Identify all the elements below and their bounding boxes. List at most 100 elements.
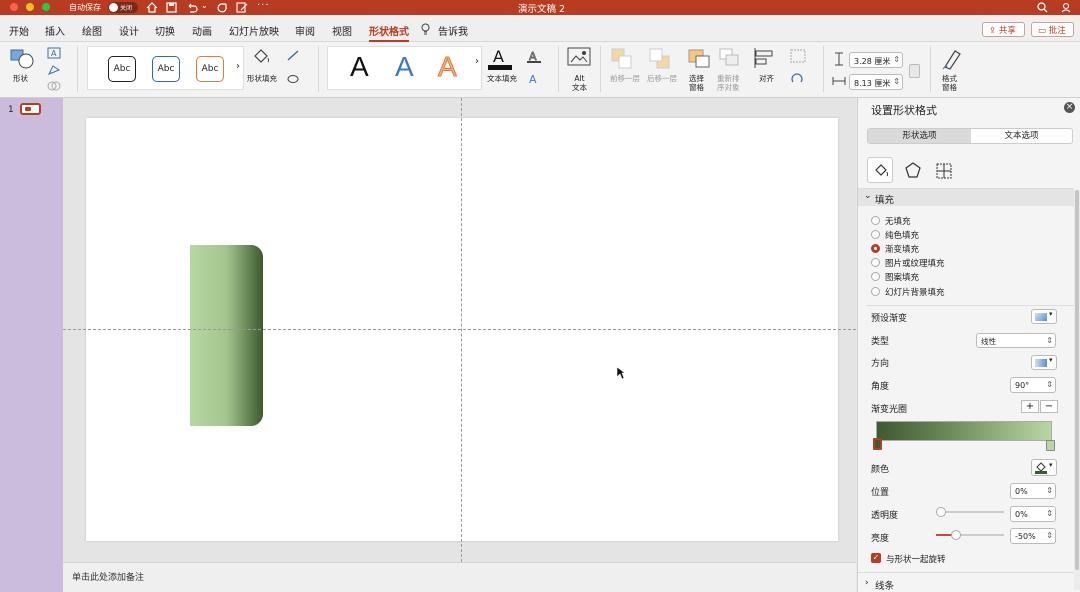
text-effects-icon[interactable]: A <box>526 72 542 86</box>
tab-insert[interactable]: 插入 <box>45 23 65 38</box>
wordart-style-1[interactable]: A <box>350 51 369 83</box>
transparency-slider[interactable] <box>936 507 1004 517</box>
pattern-fill-radio[interactable] <box>871 272 880 281</box>
pattern-fill-label: 图案填充 <box>885 273 920 283</box>
shape-fill-label: 形状填充 <box>247 74 277 83</box>
shape-style-2[interactable]: Abc <box>152 56 180 82</box>
edit-shape-icon[interactable] <box>47 64 61 76</box>
tab-slideshow[interactable]: 幻灯片放映 <box>229 23 279 38</box>
vertical-guide[interactable] <box>461 98 462 562</box>
format-pane-icon[interactable] <box>941 47 963 71</box>
tab-shape-options[interactable]: 形状选项 <box>868 129 971 143</box>
no-fill-radio[interactable] <box>871 216 880 225</box>
horizontal-guide[interactable] <box>63 329 856 330</box>
text-outline-icon[interactable]: A <box>526 49 542 63</box>
slide-thumbnail-1[interactable] <box>20 103 41 115</box>
gradient-stop-selected[interactable] <box>873 438 882 450</box>
minimize-window-button[interactable] <box>26 3 34 11</box>
gradient-type-select[interactable]: 线性 <box>976 333 1056 348</box>
brightness-slider-knob[interactable] <box>950 530 961 540</box>
gradient-stop-end[interactable] <box>1046 440 1055 451</box>
reorder-objects-label: 重新排 序对象 <box>717 74 740 92</box>
undo-icon[interactable] <box>186 2 198 13</box>
shape-style-1[interactable]: Abc <box>108 56 136 82</box>
remove-gradient-stop-button[interactable]: − <box>1040 400 1058 413</box>
tab-shape-format[interactable]: 形状格式 <box>369 23 409 42</box>
brightness-slider[interactable] <box>936 530 1004 540</box>
close-icon[interactable]: × <box>1064 102 1075 113</box>
notes-pane[interactable]: 单击此处添加备注 <box>63 562 856 592</box>
shapes-icon[interactable] <box>10 47 36 71</box>
tab-draw[interactable]: 绘图 <box>82 23 102 38</box>
wordart-more-icon[interactable]: › <box>475 56 479 67</box>
close-window-button[interactable] <box>10 3 18 11</box>
rotate-with-shape-checkbox[interactable]: ✓ <box>871 553 881 563</box>
notes-placeholder[interactable]: 单击此处添加备注 <box>72 570 144 583</box>
size-properties-icon[interactable] <box>935 162 953 180</box>
color-label: 颜色 <box>871 465 890 475</box>
shape-width-input[interactable]: 8.13 厘米 <box>849 74 903 90</box>
add-gradient-stop-button[interactable]: + <box>1021 400 1039 413</box>
edit-document-icon[interactable] <box>236 2 248 13</box>
selection-pane-icon[interactable] <box>687 47 711 71</box>
fill-line-tab[interactable] <box>867 157 893 183</box>
share-button[interactable]: ⇪ 共享 <box>982 22 1025 37</box>
home-icon[interactable] <box>146 2 158 13</box>
tab-design[interactable]: 设计 <box>119 23 139 38</box>
brightness-input[interactable]: -50% <box>1010 528 1056 544</box>
undo-dropdown-icon[interactable]: ⌄ <box>201 1 208 10</box>
preset-gradient-dropdown[interactable]: ▾ <box>1031 309 1057 324</box>
account-icon[interactable] <box>1061 2 1073 13</box>
tell-me-search[interactable]: 告诉我 <box>438 23 468 38</box>
wordart-style-2[interactable]: A <box>395 51 414 83</box>
tab-text-options[interactable]: 文本选项 <box>971 129 1072 143</box>
panel-scrollbar[interactable] <box>1074 190 1080 590</box>
background-fill-radio[interactable] <box>871 287 880 296</box>
shape-height-input[interactable]: 3.28 厘米 <box>849 52 903 68</box>
picture-fill-radio[interactable] <box>871 258 880 267</box>
gradient-fill-radio[interactable] <box>871 244 880 253</box>
wordart-style-3[interactable]: A <box>438 51 458 83</box>
brightness-label: 亮度 <box>871 534 890 544</box>
background-fill-label: 幻灯片背景填充 <box>885 288 945 298</box>
transparency-slider-knob[interactable] <box>936 507 946 517</box>
transparency-label: 透明度 <box>871 511 899 521</box>
transparency-input[interactable]: 0% <box>1010 506 1056 522</box>
shape-style-3[interactable]: Abc <box>196 56 224 82</box>
gradient-rectangle-shape[interactable] <box>190 245 263 426</box>
gallery-more-icon[interactable]: › <box>236 61 240 72</box>
more-icon[interactable]: ··· <box>257 0 270 11</box>
line-section-header[interactable]: 线条 <box>875 578 894 592</box>
zoom-window-button[interactable] <box>42 3 50 11</box>
align-icon[interactable] <box>753 47 777 69</box>
gradient-direction-dropdown[interactable]: ▾ <box>1031 355 1057 370</box>
tab-animations[interactable]: 动画 <box>192 23 212 38</box>
tab-review[interactable]: 审阅 <box>295 23 315 38</box>
alt-text-icon[interactable] <box>567 47 591 69</box>
tab-view[interactable]: 视图 <box>332 23 352 38</box>
rotate-icon[interactable] <box>790 72 806 86</box>
tab-home[interactable]: 开始 <box>9 23 29 38</box>
gradient-angle-input[interactable]: 90° <box>1010 377 1056 393</box>
text-box-icon[interactable]: A <box>47 47 61 59</box>
search-icon[interactable] <box>1037 2 1048 13</box>
paint-bucket-icon[interactable] <box>252 47 270 67</box>
shape-outline-icon[interactable] <box>286 49 302 62</box>
shape-effects-icon[interactable] <box>286 72 302 85</box>
size-dialog-launcher[interactable] <box>909 64 920 78</box>
text-fill-label: 文本填充 <box>487 74 517 83</box>
text-fill-icon[interactable]: A <box>487 46 513 72</box>
tab-transitions[interactable]: 切换 <box>155 23 175 38</box>
autosave-toggle[interactable]: 关闭 <box>108 2 138 13</box>
pentagon-effects-icon[interactable] <box>905 162 921 178</box>
comments-button[interactable]: ▭ 批注 <box>1031 22 1074 37</box>
fill-section-header[interactable]: ⌄ 填充 <box>858 189 1074 206</box>
slide-editor <box>63 98 856 562</box>
position-input[interactable]: 0% <box>1010 483 1056 499</box>
color-picker-button[interactable]: ▾ <box>1031 459 1057 476</box>
save-icon[interactable] <box>166 2 177 13</box>
redo-icon[interactable] <box>216 2 228 13</box>
gradient-bar[interactable] <box>876 421 1052 441</box>
picture-fill-label: 图片或纹理填充 <box>885 259 945 269</box>
solid-fill-radio[interactable] <box>871 230 880 239</box>
